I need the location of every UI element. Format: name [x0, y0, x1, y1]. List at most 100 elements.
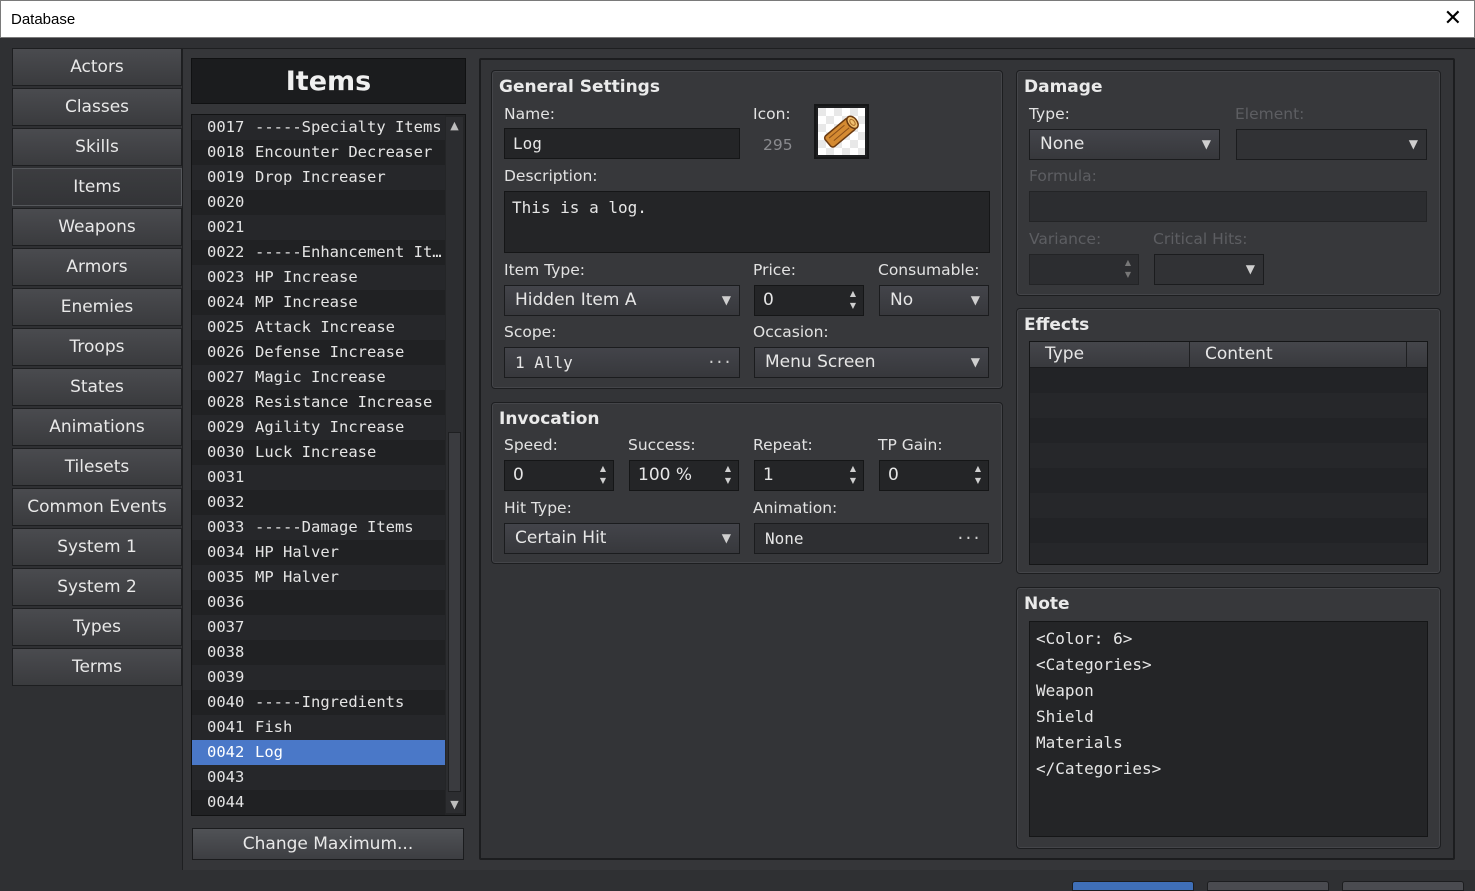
table-row[interactable]: [1030, 393, 1427, 418]
apply-button[interactable]: [1342, 881, 1464, 891]
damage-type-select[interactable]: None ▼: [1029, 129, 1220, 160]
category-armors-button[interactable]: Armors: [12, 248, 182, 286]
category-states-button[interactable]: States: [12, 368, 182, 406]
list-item[interactable]: 0044: [192, 790, 445, 815]
table-row[interactable]: [1030, 368, 1427, 393]
name-label: Name:: [504, 105, 555, 123]
item-name: Log: [255, 743, 283, 761]
category-animations-button[interactable]: Animations: [12, 408, 182, 446]
effects-col-content[interactable]: Content: [1205, 344, 1273, 364]
spinner-arrows-icon[interactable]: ▲ ▼: [972, 463, 984, 487]
category-tilesets-button[interactable]: Tilesets: [12, 448, 182, 486]
speed-stepper[interactable]: 0 ▲ ▼: [504, 460, 614, 491]
list-item[interactable]: 0039: [192, 665, 445, 690]
category-system-2-button[interactable]: System 2: [12, 568, 182, 606]
occasion-select[interactable]: Menu Screen ▼: [754, 347, 989, 378]
table-row[interactable]: [1030, 518, 1427, 543]
list-item[interactable]: 0024 MP Increase: [192, 290, 445, 315]
list-item[interactable]: 0023 HP Increase: [192, 265, 445, 290]
spinner-arrows-icon[interactable]: ▲ ▼: [1122, 257, 1134, 281]
element-select[interactable]: ▼: [1236, 129, 1427, 160]
list-item[interactable]: 0021: [192, 215, 445, 240]
occasion-label: Occasion:: [753, 323, 829, 341]
success-stepper[interactable]: 100 % ▲ ▼: [629, 460, 739, 491]
icon-picker[interactable]: [814, 104, 869, 159]
list-item[interactable]: 0028 Resistance Increase: [192, 390, 445, 415]
category-items-button[interactable]: Items: [12, 168, 182, 206]
list-item[interactable]: 0030 Luck Increase: [192, 440, 445, 465]
scroll-down-arrow-icon[interactable]: ▼: [446, 796, 463, 813]
list-item[interactable]: 0031: [192, 465, 445, 490]
items-scrollbar[interactable]: ▲ ▼: [446, 117, 463, 813]
close-icon[interactable]: ✕: [1444, 7, 1462, 29]
list-item[interactable]: 0043: [192, 765, 445, 790]
list-item[interactable]: 0027 Magic Increase: [192, 365, 445, 390]
list-item[interactable]: 0019 Drop Increaser: [192, 165, 445, 190]
list-item[interactable]: 0034 HP Halver: [192, 540, 445, 565]
description-field[interactable]: This is a log.: [504, 191, 990, 253]
list-item[interactable]: 0020: [192, 190, 445, 215]
item-id: 0029: [207, 418, 245, 436]
animation-picker[interactable]: None ···: [754, 523, 989, 554]
table-row[interactable]: [1030, 468, 1427, 493]
list-item[interactable]: 0037: [192, 615, 445, 640]
price-stepper[interactable]: 0 ▲ ▼: [754, 285, 864, 316]
list-item[interactable]: 0042 Log: [192, 740, 445, 765]
formula-field[interactable]: [1029, 191, 1427, 222]
item-id: 0044: [207, 793, 245, 811]
repeat-stepper[interactable]: 1 ▲ ▼: [754, 460, 864, 491]
list-item[interactable]: 0038: [192, 640, 445, 665]
category-skills-button[interactable]: Skills: [12, 128, 182, 166]
item-type-select[interactable]: Hidden Item A ▼: [504, 285, 740, 316]
tp-gain-stepper[interactable]: 0 ▲ ▼: [879, 460, 989, 491]
category-weapons-button[interactable]: Weapons: [12, 208, 182, 246]
category-troops-button[interactable]: Troops: [12, 328, 182, 366]
list-item[interactable]: 0032: [192, 490, 445, 515]
spinner-arrows-icon[interactable]: ▲ ▼: [847, 288, 859, 312]
hit-type-select[interactable]: Certain Hit ▼: [504, 523, 740, 554]
category-actors-button[interactable]: Actors: [12, 48, 182, 86]
list-item[interactable]: 0033 -----Damage Items: [192, 515, 445, 540]
table-row[interactable]: [1030, 443, 1427, 468]
change-maximum-button[interactable]: Change Maximum...: [192, 828, 464, 860]
scroll-up-arrow-icon[interactable]: ▲: [446, 117, 463, 134]
list-item[interactable]: 0017 -----Specialty Items: [192, 115, 445, 140]
category-enemies-button[interactable]: Enemies: [12, 288, 182, 326]
table-row[interactable]: [1030, 418, 1427, 443]
list-item[interactable]: 0041 Fish: [192, 715, 445, 740]
list-item[interactable]: 0022 -----Enhancement It…: [192, 240, 445, 265]
damage-type-label: Type:: [1029, 105, 1070, 123]
spinner-arrows-icon[interactable]: ▲ ▼: [597, 463, 609, 487]
item-name: Luck Increase: [255, 443, 377, 461]
item-id: 0025: [207, 318, 245, 336]
items-list[interactable]: 0017 -----Specialty Items 0018 Encounter De…: [191, 114, 466, 816]
scope-picker[interactable]: 1 Ally ···: [504, 347, 740, 378]
category-types-button[interactable]: Types: [12, 608, 182, 646]
scroll-thumb[interactable]: [448, 432, 461, 792]
cancel-button[interactable]: [1207, 881, 1329, 891]
category-classes-button[interactable]: Classes: [12, 88, 182, 126]
list-item[interactable]: 0018 Encounter Decreaser: [192, 140, 445, 165]
effects-col-type[interactable]: Type: [1045, 344, 1084, 364]
variance-stepper[interactable]: ▲ ▼: [1029, 254, 1139, 285]
category-system-1-button[interactable]: System 1: [12, 528, 182, 566]
name-field[interactable]: Log: [504, 128, 740, 159]
effects-table[interactable]: Type Content: [1029, 341, 1428, 565]
spinner-arrows-icon[interactable]: ▲ ▼: [847, 463, 859, 487]
spinner-arrows-icon[interactable]: ▲ ▼: [722, 463, 734, 487]
list-item[interactable]: 0040 -----Ingredients: [192, 690, 445, 715]
critical-hits-select[interactable]: ▼: [1154, 254, 1264, 285]
table-row[interactable]: [1030, 543, 1427, 564]
category-terms-button[interactable]: Terms: [12, 648, 182, 686]
consumable-select[interactable]: No ▼: [879, 285, 989, 316]
category-common-events-button[interactable]: Common Events: [12, 488, 182, 526]
ok-button[interactable]: [1072, 881, 1194, 891]
list-item[interactable]: 0029 Agility Increase: [192, 415, 445, 440]
item-id: 0031: [207, 468, 245, 486]
list-item[interactable]: 0026 Defense Increase: [192, 340, 445, 365]
note-field[interactable]: <Color: 6> <Categories> Weapon Shield Ma…: [1029, 621, 1428, 837]
list-item[interactable]: 0035 MP Halver: [192, 565, 445, 590]
table-row[interactable]: [1030, 493, 1427, 518]
list-item[interactable]: 0036: [192, 590, 445, 615]
list-item[interactable]: 0025 Attack Increase: [192, 315, 445, 340]
